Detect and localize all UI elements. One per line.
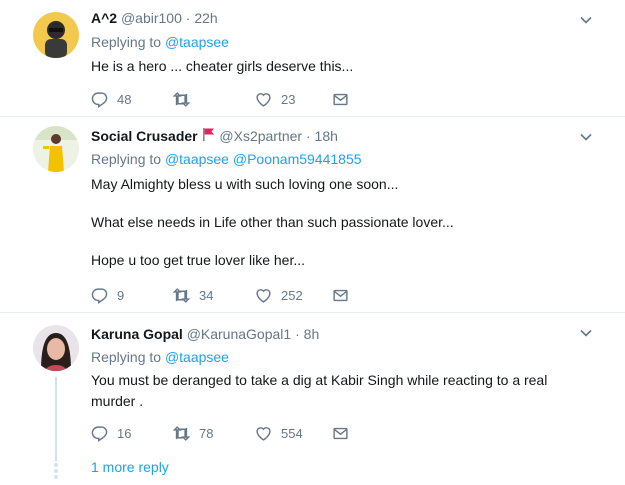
reply-icon xyxy=(91,91,108,108)
reply-button[interactable]: 48 xyxy=(91,90,131,108)
tweet-line: What else needs in Life other than such … xyxy=(91,214,454,230)
display-name[interactable]: A^2 xyxy=(91,10,117,26)
message-button[interactable] xyxy=(332,286,358,304)
avatar[interactable] xyxy=(33,12,79,58)
tweet-line: May Almighty bless u with such loving on… xyxy=(91,176,399,192)
retweet-count: 34 xyxy=(199,287,214,303)
user-handle[interactable]: @Xs2partner xyxy=(219,128,302,144)
tweet-abir100[interactable]: A^2 @abir100 · 22h Replying to @taapsee … xyxy=(0,0,625,116)
tweet-line: He is a hero ... cheater girls deserve t… xyxy=(91,58,354,74)
mention-link[interactable]: @taapsee xyxy=(165,151,229,167)
tweet-time[interactable]: 22h xyxy=(194,10,217,26)
reply-count: 48 xyxy=(117,91,132,107)
like-count: 252 xyxy=(281,287,303,303)
chevron-down-icon[interactable] xyxy=(578,12,594,28)
thread-line xyxy=(55,377,57,461)
like-button[interactable]: 252 xyxy=(255,286,303,304)
reply-count: 9 xyxy=(117,287,125,303)
chevron-down-icon[interactable] xyxy=(578,129,594,145)
retweet-button[interactable] xyxy=(173,90,199,108)
reply-icon xyxy=(91,425,108,442)
replying-to: Replying to @taapsee xyxy=(91,349,229,365)
retweet-icon xyxy=(173,91,190,107)
tweet-karunagopal1[interactable]: Karuna Gopal @KarunaGopal1 · 8h Replying… xyxy=(0,313,625,485)
retweet-count: 78 xyxy=(199,425,214,441)
user-handle[interactable]: @KarunaGopal1 xyxy=(187,326,292,342)
tweet-actions: 9 34 252 xyxy=(91,286,361,304)
tweet-text: May Almighty bless u with such loving on… xyxy=(91,174,591,271)
retweet-icon xyxy=(173,287,190,303)
thread-dot xyxy=(54,463,58,467)
heart-icon xyxy=(256,92,271,107)
heart-icon xyxy=(256,426,271,441)
tweet-time[interactable]: 8h xyxy=(304,326,320,342)
mention-link[interactable]: @Poonam59441855 xyxy=(233,151,362,167)
tweet-line: Hope u too get true lover like her... xyxy=(91,252,306,268)
chevron-down-icon[interactable] xyxy=(578,325,594,341)
display-name[interactable]: Karuna Gopal xyxy=(91,326,183,342)
envelope-icon xyxy=(333,289,348,301)
replying-to: Replying to @taapsee xyxy=(91,34,229,50)
avatar[interactable] xyxy=(33,126,79,172)
tweet-xs2partner[interactable]: Social Crusader @Xs2partner · 18h Replyi… xyxy=(0,117,625,312)
envelope-icon xyxy=(333,93,348,105)
mention-link[interactable]: @taapsee xyxy=(165,34,229,50)
replying-to: Replying to @taapsee @Poonam59441855 xyxy=(91,151,362,167)
tweet-actions: 48 23 xyxy=(91,90,361,108)
reply-button[interactable]: 16 xyxy=(91,424,131,442)
tweet-line: You must be deranged to take a dig at Ka… xyxy=(91,372,548,409)
reply-icon xyxy=(91,287,108,304)
retweet-button[interactable]: 78 xyxy=(173,424,213,442)
like-button[interactable]: 554 xyxy=(255,424,303,442)
reply-count: 16 xyxy=(117,425,132,441)
envelope-icon xyxy=(333,427,348,439)
message-button[interactable] xyxy=(332,90,358,108)
tweet-actions: 16 78 554 xyxy=(91,424,361,442)
thread-dot xyxy=(54,475,58,479)
tweet-time[interactable]: 18h xyxy=(315,128,338,144)
red-flag-icon xyxy=(202,127,216,145)
avatar[interactable] xyxy=(33,325,79,371)
like-count: 554 xyxy=(281,425,303,441)
like-count: 23 xyxy=(281,91,296,107)
thread-dot xyxy=(54,469,58,473)
retweet-icon xyxy=(173,425,190,441)
more-replies-link[interactable]: 1 more reply xyxy=(91,459,169,475)
retweet-button[interactable]: 34 xyxy=(173,286,213,304)
tweet-text: He is a hero ... cheater girls deserve t… xyxy=(91,56,591,77)
reply-button[interactable]: 9 xyxy=(91,286,124,304)
heart-icon xyxy=(256,288,271,303)
tweet-text: You must be deranged to take a dig at Ka… xyxy=(91,370,561,412)
display-name[interactable]: Social Crusader xyxy=(91,128,198,144)
like-button[interactable]: 23 xyxy=(255,90,295,108)
user-handle[interactable]: @abir100 xyxy=(121,10,182,26)
message-button[interactable] xyxy=(332,424,358,442)
mention-link[interactable]: @taapsee xyxy=(165,349,229,365)
